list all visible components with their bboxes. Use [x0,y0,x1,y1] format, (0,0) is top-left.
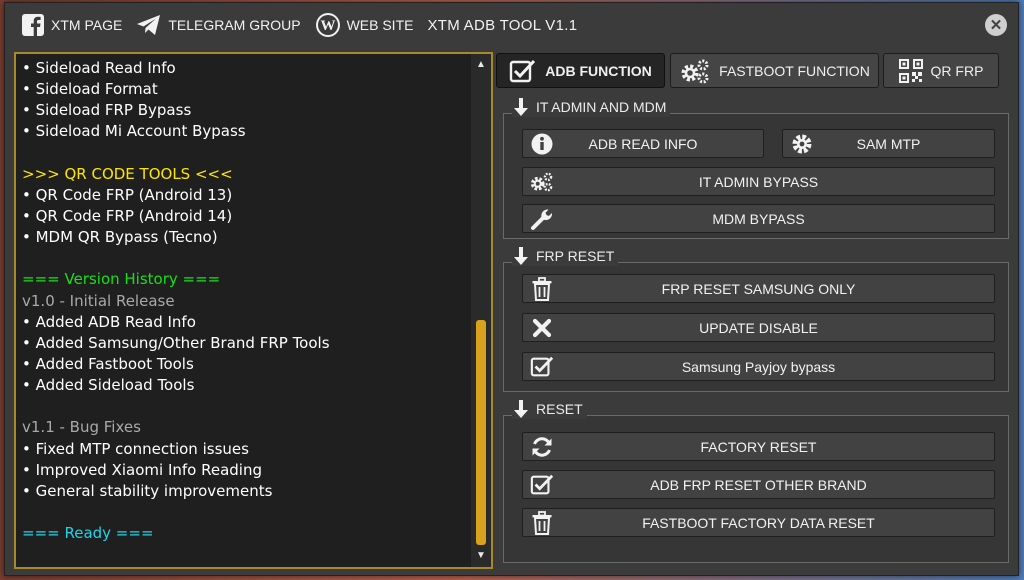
log-scrollbar[interactable]: ▲ ▼ [471,54,491,567]
mdm-bypass-label: MDM BYPASS [712,210,805,227]
telegram-group-label: TELEGRAM GROUP [168,17,301,33]
tab-qr-label: QR FRP [930,62,984,79]
log-line: • Added Samsung/Other Brand FRP Tools [22,333,330,352]
log-line: • Fixed MTP connection issues [22,439,249,458]
log-line: • Sideload Read Info [22,59,176,77]
gears-icon [530,171,554,193]
close-icon: ✕ [989,17,1003,34]
group-it-admin-header: IT ADMIN AND MDM [512,97,671,117]
log-line: • Improved Xiaomi Info Reading [22,460,262,479]
log-line: • MDM QR Bypass (Tecno) [22,228,218,247]
checkbox-icon [510,59,536,82]
facebook-icon [22,14,44,36]
log-panel: • Sideload Read Info • Sideload Format • S… [14,52,493,569]
it-admin-bypass-button[interactable]: IT ADMIN BYPASS [522,167,995,196]
log-line: v1.0 - Initial Release [22,291,175,310]
info-icon [530,133,554,155]
adb-frp-other-brand-label: ADB FRP RESET OTHER BRAND [650,476,867,493]
scroll-down-icon[interactable]: ▼ [471,548,491,564]
arrow-down-icon [514,98,528,116]
tab-adb-function[interactable]: ADB FUNCTION [496,53,665,88]
tab-adb-label: ADB FUNCTION [545,62,652,79]
arrow-down-icon [514,247,528,265]
update-disable-button[interactable]: UPDATE DISABLE [522,313,995,342]
title-bar: XTM PAGE TELEGRAM GROUP W WEB SITE XTM A… [5,3,1018,47]
log-line: • General stability improvements [22,481,273,500]
samsung-payjoy-label: Samsung Payjoy bypass [681,358,836,375]
scroll-up-icon[interactable]: ▲ [471,57,491,73]
group-frp-reset-header: FRP RESET [512,246,619,266]
mdm-bypass-button[interactable]: MDM BYPASS [522,204,995,233]
group-reset-label: RESET [536,401,583,417]
fastboot-factory-reset-label: FASTBOOT FACTORY DATA RESET [642,514,875,531]
log-line: • Sideload Mi Account Bypass [22,122,246,141]
fastboot-factory-reset-button[interactable]: FASTBOOT FACTORY DATA RESET [522,508,995,537]
svg-text:W: W [320,18,335,34]
log-line: • Added Fastboot Tools [22,354,194,373]
xtm-page-link[interactable]: XTM PAGE [21,13,122,37]
adb-frp-other-brand-button[interactable]: ADB FRP RESET OTHER BRAND [522,470,995,499]
tab-fastboot-label: FASTBOOT FUNCTION [719,62,870,79]
group-frp-reset-label: FRP RESET [536,248,615,264]
tab-fastboot-function[interactable]: FASTBOOT FUNCTION [670,53,879,88]
wordpress-icon: W [315,13,340,37]
group-it-admin-mdm: IT ADMIN AND MDM ADB READ INFO SAM MTP I… [503,97,1009,239]
tab-qr-frp[interactable]: QR FRP [883,53,999,88]
xtm-page-label: XTM PAGE [51,17,123,33]
gear-icon [790,133,814,155]
update-disable-label: UPDATE DISABLE [699,319,818,336]
adb-read-info-button[interactable]: ADB READ INFO [522,129,764,158]
log-line: • QR Code FRP (Android 13) [22,185,233,204]
web-site-link[interactable]: W WEB SITE [315,12,414,38]
factory-reset-button[interactable]: FACTORY RESET [522,432,995,461]
frp-reset-samsung-label: FRP RESET SAMSUNG ONLY [661,280,856,297]
log-line: • Added Sideload Tools [22,376,195,395]
trash-icon [530,277,554,301]
log-line: >>> QR CODE TOOLS <<< [22,164,233,183]
samsung-payjoy-button[interactable]: Samsung Payjoy bypass [522,352,995,381]
gears-icon [681,59,709,83]
web-site-label: WEB SITE [346,17,414,33]
checkbox-icon [530,474,554,496]
it-admin-bypass-label: IT ADMIN BYPASS [698,173,819,190]
log-line: === Version History === [22,270,221,289]
log-line: • Added ADB Read Info [22,312,196,331]
scroll-track[interactable] [476,76,486,545]
checkbox-icon [530,356,554,378]
close-button[interactable]: ✕ [985,14,1007,36]
sam-mtp-label: SAM MTP [856,135,921,152]
telegram-icon [137,15,161,35]
scroll-thumb[interactable] [476,319,486,545]
log-line: • Sideload FRP Bypass [22,101,192,120]
sam-mtp-button[interactable]: SAM MTP [782,129,995,158]
arrow-down-icon [514,400,528,418]
log-output: • Sideload Read Info • Sideload Format • S… [16,54,471,567]
app-window: XTM PAGE TELEGRAM GROUP W WEB SITE XTM A… [4,2,1019,576]
refresh-icon [530,436,554,458]
log-line: • QR Code FRP (Android 14) [22,206,233,225]
log-line: • Sideload Format [22,80,158,99]
group-it-admin-label: IT ADMIN AND MDM [536,99,667,115]
log-line: === Ready === [22,524,154,543]
group-reset: RESET FACTORY RESET ADB FRP RESET OTHER … [503,399,1009,563]
factory-reset-label: FACTORY RESET [700,438,817,455]
wrench-icon [530,208,554,230]
group-frp-reset: FRP RESET FRP RESET SAMSUNG ONLY UPDATE … [503,246,1009,392]
app-title: XTM ADB TOOL V1.1 [427,16,578,34]
log-line: v1.1 - Bug Fixes [22,418,141,437]
telegram-group-link[interactable]: TELEGRAM GROUP [136,13,301,37]
frp-reset-samsung-button[interactable]: FRP RESET SAMSUNG ONLY [522,274,995,303]
group-reset-header: RESET [512,399,587,419]
adb-read-info-label: ADB READ INFO [588,135,698,152]
trash-icon [530,511,554,535]
qr-code-icon [898,58,923,83]
x-icon [530,317,554,339]
